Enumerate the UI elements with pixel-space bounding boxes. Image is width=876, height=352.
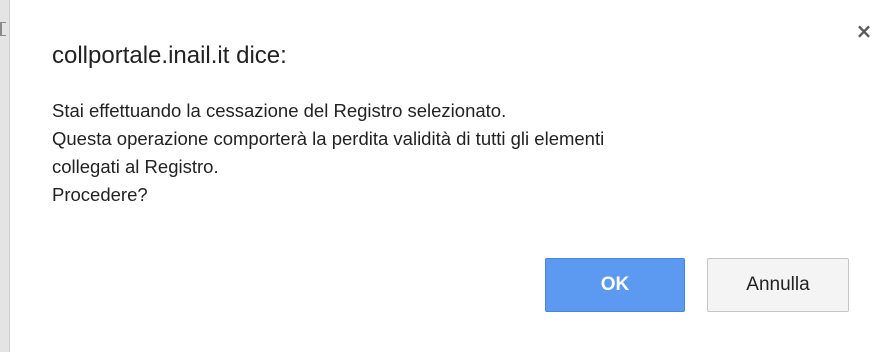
bracket-icon — [0, 22, 6, 36]
background-window-edge — [0, 0, 10, 352]
message-line: Stai effettuando la cessazione del Regis… — [52, 100, 507, 121]
close-icon[interactable]: × — [854, 20, 874, 42]
message-line: Questa operazione comporterà la perdita … — [52, 128, 605, 149]
message-line: Procedere? — [52, 184, 148, 205]
dialog-title: collportale.inail.it dice: — [52, 42, 287, 69]
dialog-message: Stai effettuando la cessazione del Regis… — [52, 97, 812, 209]
ok-button[interactable]: OK — [545, 258, 685, 312]
alert-dialog: × collportale.inail.it dice: Stai effett… — [10, 0, 876, 352]
message-line: collegati al Registro. — [52, 156, 219, 177]
page: × collportale.inail.it dice: Stai effett… — [0, 0, 876, 352]
cancel-button[interactable]: Annulla — [707, 258, 849, 312]
